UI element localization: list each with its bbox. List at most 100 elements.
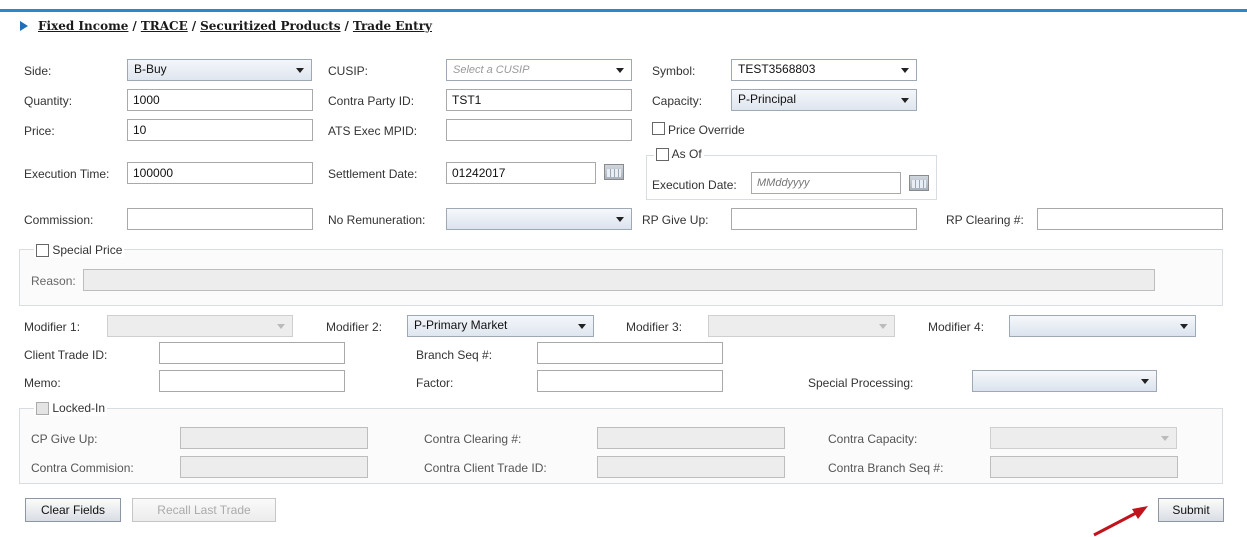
- symbol-label: Symbol:: [652, 64, 696, 78]
- no-remuneration-label: No Remuneration:: [328, 213, 426, 227]
- price-override-label: Price Override: [668, 123, 745, 137]
- contra-clearing-input[interactable]: [597, 427, 785, 449]
- quantity-label: Quantity:: [24, 94, 73, 108]
- commission-label: Commission:: [24, 213, 94, 227]
- modifier2-label: Modifier 2:: [326, 320, 383, 334]
- contra-client-trade-id-input[interactable]: [597, 456, 785, 478]
- memo-label: Memo:: [24, 376, 61, 390]
- side-value: B-Buy: [134, 62, 167, 76]
- clear-fields-button[interactable]: Clear Fields: [25, 498, 121, 522]
- quantity-input[interactable]: [127, 89, 313, 111]
- branch-seq-label: Branch Seq #:: [416, 348, 493, 362]
- top-accent-bar: [0, 0, 1247, 12]
- ats-exec-mpid-label: ATS Exec MPID:: [328, 124, 418, 138]
- chevron-down-icon: [901, 68, 909, 73]
- cusip-placeholder: Select a CUSIP: [453, 64, 530, 76]
- rp-give-up-label: RP Give Up:: [642, 213, 709, 227]
- price-input[interactable]: [127, 119, 313, 141]
- cusip-select[interactable]: Select a CUSIP: [446, 59, 632, 81]
- execution-date-label: Execution Date:: [652, 178, 737, 192]
- contra-party-id-input[interactable]: [446, 89, 632, 111]
- breadcrumb-trade-entry[interactable]: Trade Entry: [353, 19, 432, 33]
- calendar-icon[interactable]: [604, 164, 624, 180]
- cp-give-up-label: CP Give Up:: [31, 432, 98, 446]
- chevron-down-icon: [578, 324, 586, 329]
- contra-party-id-label: Contra Party ID:: [328, 94, 415, 108]
- side-select[interactable]: B-Buy: [127, 59, 312, 81]
- contra-client-trade-id-label: Contra Client Trade ID:: [424, 461, 547, 475]
- reason-label: Reason:: [31, 274, 76, 288]
- reason-input[interactable]: [83, 269, 1155, 291]
- submit-button[interactable]: Submit: [1158, 498, 1224, 522]
- modifier1-label: Modifier 1:: [24, 320, 81, 334]
- arrow-right-icon: [20, 20, 28, 31]
- recall-last-trade-button[interactable]: Recall Last Trade: [132, 498, 276, 522]
- special-processing-label: Special Processing:: [808, 376, 914, 390]
- special-price-label: Special Price: [52, 243, 123, 257]
- capacity-value: P-Principal: [738, 92, 797, 106]
- execution-date-input[interactable]: [751, 172, 901, 194]
- price-label: Price:: [24, 124, 55, 138]
- chevron-down-icon: [616, 217, 624, 222]
- execution-time-label: Execution Time:: [24, 167, 110, 181]
- locked-in-label: Locked-In: [52, 401, 106, 415]
- settlement-date-input[interactable]: [446, 162, 596, 184]
- special-price-checkbox[interactable]: [36, 244, 49, 258]
- annotation-arrow-icon: [1093, 506, 1148, 537]
- breadcrumb: Fixed Income / TRACE / Securitized Products /…: [20, 19, 432, 33]
- settlement-date-label: Settlement Date:: [328, 167, 418, 181]
- breadcrumb-trace[interactable]: TRACE: [141, 19, 188, 33]
- modifier4-select[interactable]: [1009, 315, 1196, 337]
- contra-branch-seq-input[interactable]: [990, 456, 1178, 478]
- chevron-down-icon: [616, 68, 624, 73]
- ats-exec-mpid-input[interactable]: [446, 119, 632, 141]
- chevron-down-icon: [1141, 379, 1149, 384]
- chevron-down-icon: [1161, 436, 1169, 441]
- cusip-label: CUSIP:: [328, 64, 369, 78]
- capacity-select[interactable]: P-Principal: [731, 89, 917, 111]
- factor-input[interactable]: [537, 370, 723, 392]
- branch-seq-input[interactable]: [537, 342, 723, 364]
- chevron-down-icon: [296, 68, 304, 73]
- contra-clearing-label: Contra Clearing #:: [424, 432, 522, 446]
- price-override-checkbox[interactable]: [652, 122, 665, 135]
- chevron-down-icon: [277, 324, 285, 329]
- as-of-legend: As Of: [654, 146, 704, 162]
- memo-input[interactable]: [159, 370, 345, 392]
- modifier2-select[interactable]: P-Primary Market: [407, 315, 594, 337]
- locked-in-legend: Locked-In: [34, 400, 108, 416]
- execution-time-input[interactable]: [127, 162, 313, 184]
- calendar-icon[interactable]: [909, 175, 929, 191]
- side-label: Side:: [24, 64, 52, 78]
- contra-commission-label: Contra Commision:: [31, 461, 134, 475]
- no-remuneration-select[interactable]: [446, 208, 632, 230]
- special-price-legend: Special Price: [34, 242, 125, 258]
- factor-label: Factor:: [416, 376, 454, 390]
- client-trade-id-label: Client Trade ID:: [24, 348, 108, 362]
- chevron-down-icon: [879, 324, 887, 329]
- modifier2-value: P-Primary Market: [414, 318, 508, 332]
- chevron-down-icon: [901, 98, 909, 103]
- symbol-value: TEST3568803: [738, 62, 816, 76]
- breadcrumb-fixed-income[interactable]: Fixed Income: [38, 19, 128, 33]
- symbol-select[interactable]: TEST3568803: [731, 59, 917, 81]
- breadcrumb-securitized-products[interactable]: Securitized Products: [200, 19, 340, 33]
- client-trade-id-input[interactable]: [159, 342, 345, 364]
- modifier3-select[interactable]: [708, 315, 895, 337]
- rp-clearing-label: RP Clearing #:: [946, 213, 1024, 227]
- contra-commission-input[interactable]: [180, 456, 368, 478]
- commission-input[interactable]: [127, 208, 313, 230]
- modifier1-select[interactable]: [107, 315, 293, 337]
- modifier4-label: Modifier 4:: [928, 320, 985, 334]
- modifier3-label: Modifier 3:: [626, 320, 683, 334]
- special-processing-select[interactable]: [972, 370, 1157, 392]
- rp-give-up-input[interactable]: [731, 208, 917, 230]
- as-of-checkbox[interactable]: [656, 148, 669, 162]
- rp-clearing-input[interactable]: [1037, 208, 1223, 230]
- locked-in-checkbox[interactable]: [36, 402, 49, 416]
- cp-give-up-input[interactable]: [180, 427, 368, 449]
- chevron-down-icon: [1180, 324, 1188, 329]
- capacity-label: Capacity:: [652, 94, 703, 108]
- contra-capacity-select[interactable]: [990, 427, 1177, 449]
- contra-capacity-label: Contra Capacity:: [828, 432, 918, 446]
